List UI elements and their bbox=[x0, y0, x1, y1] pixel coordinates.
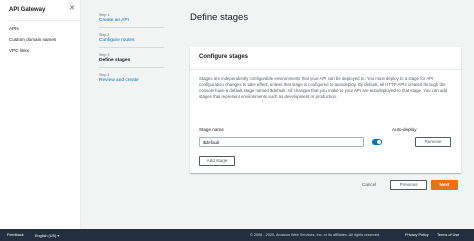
panel-description: Stages are independently configurable en… bbox=[199, 76, 448, 99]
step-divider bbox=[99, 47, 164, 48]
step-1[interactable]: Step 1 Create an API bbox=[99, 13, 179, 23]
step-divider bbox=[99, 67, 164, 68]
page-title: Define stages bbox=[190, 12, 249, 23]
sidebar-item-vpc-links[interactable]: VPC links bbox=[9, 48, 29, 53]
toggle-knob bbox=[377, 140, 381, 144]
step-4: Step 4 Review and create bbox=[99, 73, 179, 83]
sidebar-divider bbox=[9, 20, 80, 21]
remove-button[interactable]: Remove bbox=[415, 137, 451, 147]
footer-privacy-link[interactable]: Privacy Policy bbox=[405, 233, 429, 237]
auto-deploy-toggle[interactable] bbox=[372, 139, 382, 145]
footer: Feedback English (US) ▾ © 2008 - 2020, A… bbox=[0, 229, 474, 241]
wizard-steps: Step 1 Create an API Step 2 Configure ro… bbox=[99, 13, 179, 83]
configure-stages-panel: Configure stages Stages are independentl… bbox=[190, 47, 461, 173]
footer-feedback-link[interactable]: Feedback bbox=[7, 233, 24, 237]
next-button[interactable]: Next bbox=[431, 180, 458, 190]
footer-copyright: © 2008 - 2020, Amazon Web Services, Inc.… bbox=[250, 233, 381, 237]
cancel-button[interactable]: Cancel bbox=[362, 182, 376, 187]
sidebar-item-apis[interactable]: APIs bbox=[9, 26, 19, 31]
language-label: English (US) bbox=[35, 234, 57, 238]
step-number: Step 4 bbox=[99, 73, 110, 77]
step-label: Define stages bbox=[99, 58, 131, 63]
step-number: Step 2 bbox=[99, 33, 110, 37]
footer-language-selector[interactable]: English (US) ▾ bbox=[35, 233, 59, 238]
step-2[interactable]: Step 2 Configure routes bbox=[99, 33, 179, 43]
auto-deploy-label: Auto-deploy bbox=[392, 127, 417, 132]
chevron-down-icon: ▾ bbox=[57, 234, 60, 238]
step-divider bbox=[99, 27, 164, 28]
sidebar-item-custom-domain-names[interactable]: Custom domain names bbox=[9, 37, 56, 42]
stage-name-label: Stage name bbox=[199, 127, 224, 132]
sidebar: API Gateway ✕ APIs Custom domain names V… bbox=[0, 0, 81, 229]
step-number: Step 1 bbox=[99, 13, 110, 17]
panel-title: Configure stages bbox=[190, 47, 461, 70]
step-3: Step 3 Define stages bbox=[99, 53, 179, 63]
add-stage-button[interactable]: Add stage bbox=[199, 156, 235, 166]
previous-button[interactable]: Previous bbox=[390, 180, 427, 190]
step-number: Step 3 bbox=[99, 53, 110, 57]
close-icon[interactable]: ✕ bbox=[69, 5, 75, 12]
footer-terms-link[interactable]: Terms of Use bbox=[437, 233, 459, 237]
step-label[interactable]: Configure routes bbox=[99, 38, 179, 43]
step-label[interactable]: Create an API bbox=[99, 18, 179, 23]
stage-name-input[interactable]: $default bbox=[199, 137, 364, 147]
step-label: Review and create bbox=[99, 78, 139, 83]
sidebar-title: API Gateway bbox=[9, 7, 46, 13]
